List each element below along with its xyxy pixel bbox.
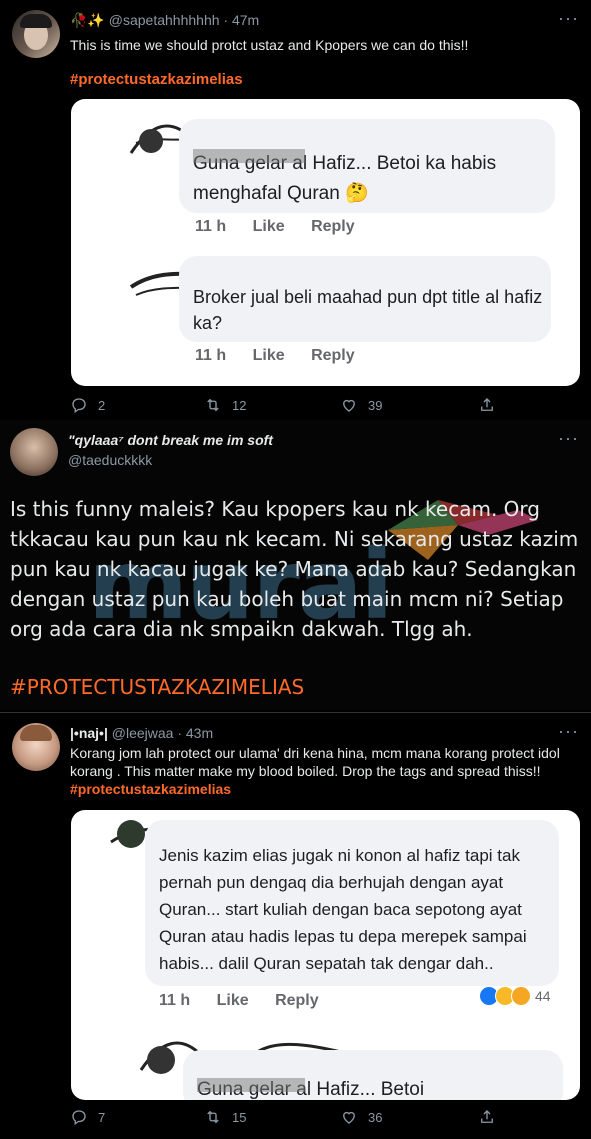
reply-count: 2	[98, 397, 106, 413]
redaction-bar	[197, 1078, 305, 1092]
heart-icon	[343, 1111, 355, 1124]
like-link[interactable]: Like	[253, 347, 285, 364]
more-icon[interactable]: ···	[558, 8, 579, 29]
tweet-3[interactable]: |•naj•| @leejwaa · 43m ··· Korang jom la…	[0, 713, 591, 1139]
comment-meta: 11 h Like Reply	[195, 347, 377, 365]
tweet-time[interactable]: · 47m	[223, 12, 259, 28]
tweet-text: Is this funny maleis? Kau kpopers kau nk…	[10, 497, 579, 641]
comment-meta: 11 h Like Reply	[195, 218, 377, 236]
display-name[interactable]: |•naj•|	[70, 725, 108, 741]
comment-time: 11 h	[159, 992, 191, 1009]
avatar[interactable]	[12, 723, 60, 771]
tweet-actions: 7 15 36	[70, 1108, 520, 1130]
like-link[interactable]: Like	[253, 218, 285, 235]
user-emoji: 🥀✨	[70, 12, 105, 28]
reaction-count: 44	[535, 988, 551, 1004]
tweet-header: |•naj•| @leejwaa · 43m	[70, 725, 213, 741]
like-count: 39	[368, 397, 383, 413]
display-name[interactable]: "qylaaa⁷ dont break me im soft	[68, 432, 273, 448]
tweet-actions: 2 12 39	[70, 396, 520, 418]
share-icon	[481, 1110, 493, 1123]
retweet-icon	[207, 1110, 219, 1124]
user-handle[interactable]: @sapetahhhhhhh	[109, 12, 220, 28]
comment-bubble: Broker jual beli maahad pun dpt title al…	[179, 256, 551, 342]
hashtag-link[interactable]: #protectustazkazimelias	[70, 781, 231, 797]
tweet-2[interactable]: "qylaaa⁷ dont break me im soft @taeduckk…	[0, 420, 591, 710]
retweet-count: 12	[232, 397, 247, 413]
comment-bubble: Guna gelar al Hafiz... Betoi	[183, 1050, 563, 1100]
hashtag-link[interactable]: #PROTECTUSTAZKAZIMELIAS	[10, 675, 304, 699]
hashtag-link[interactable]: #protectustazkazimelias	[70, 71, 243, 88]
tweet-header: 🥀✨ @sapetahhhhhhh · 47m	[70, 12, 259, 29]
share-button[interactable]	[478, 396, 496, 414]
tweet-time[interactable]: · 43m	[177, 725, 213, 741]
comment-text: Broker jual beli maahad pun dpt title al…	[193, 287, 543, 333]
reply-link[interactable]: Reply	[311, 347, 355, 364]
like-link[interactable]: Like	[217, 992, 249, 1009]
comment-meta: 11 h Like Reply	[159, 992, 341, 1010]
reply-button[interactable]: 2	[70, 396, 105, 414]
comment-text: Jenis kazim elias jugak ni konon al hafi…	[159, 846, 527, 973]
retweet-button[interactable]: 15	[204, 1108, 246, 1126]
comment-time: 11 h	[195, 347, 227, 364]
reply-icon	[72, 398, 86, 414]
avatar[interactable]	[12, 10, 60, 58]
reply-link[interactable]: Reply	[275, 992, 319, 1009]
reactions-badge[interactable]: 44	[479, 986, 551, 1006]
comment-time: 11 h	[195, 218, 227, 235]
care-reaction-icon	[511, 986, 531, 1006]
redaction-bar	[193, 149, 305, 163]
tweet-1[interactable]: 🥀✨ @sapetahhhhhhh · 47m ··· This is time…	[0, 0, 591, 420]
user-handle[interactable]: @leejwaa	[112, 725, 174, 741]
tweet-header: "qylaaa⁷ dont break me im soft	[68, 432, 273, 448]
comment-bubble: Guna gelar al Hafiz... Betoi ka habis me…	[179, 119, 555, 213]
retweet-icon	[207, 398, 219, 412]
like-count: 36	[368, 1109, 383, 1125]
comment-bubble: Jenis kazim elias jugak ni konon al hafi…	[145, 820, 559, 986]
reply-icon	[72, 1110, 86, 1126]
retweet-button[interactable]: 12	[204, 396, 246, 414]
tweet-text: Korang jom lah protect our ulama' dri ke…	[70, 744, 582, 798]
media-image[interactable]: Jenis kazim elias jugak ni konon al hafi…	[71, 810, 580, 1100]
more-icon[interactable]: ···	[558, 721, 579, 742]
like-button[interactable]: 36	[340, 1108, 382, 1126]
reply-link[interactable]: Reply	[311, 218, 355, 235]
reply-count: 7	[98, 1109, 106, 1125]
tweet-body: Korang jom lah protect our ulama' dri ke…	[70, 745, 560, 779]
avatar[interactable]	[10, 428, 58, 476]
like-button[interactable]: 39	[340, 396, 382, 414]
share-button[interactable]	[478, 1108, 496, 1126]
reply-button[interactable]: 7	[70, 1108, 105, 1126]
share-icon	[481, 398, 493, 411]
retweet-count: 15	[232, 1109, 247, 1125]
media-image[interactable]: Guna gelar al Hafiz... Betoi ka habis me…	[71, 99, 580, 386]
more-icon[interactable]: ···	[558, 428, 579, 449]
user-handle[interactable]: @taeduckkkk	[68, 452, 152, 468]
heart-icon	[343, 399, 355, 412]
tweet-text: This is time we should protct ustaz and …	[70, 37, 469, 53]
